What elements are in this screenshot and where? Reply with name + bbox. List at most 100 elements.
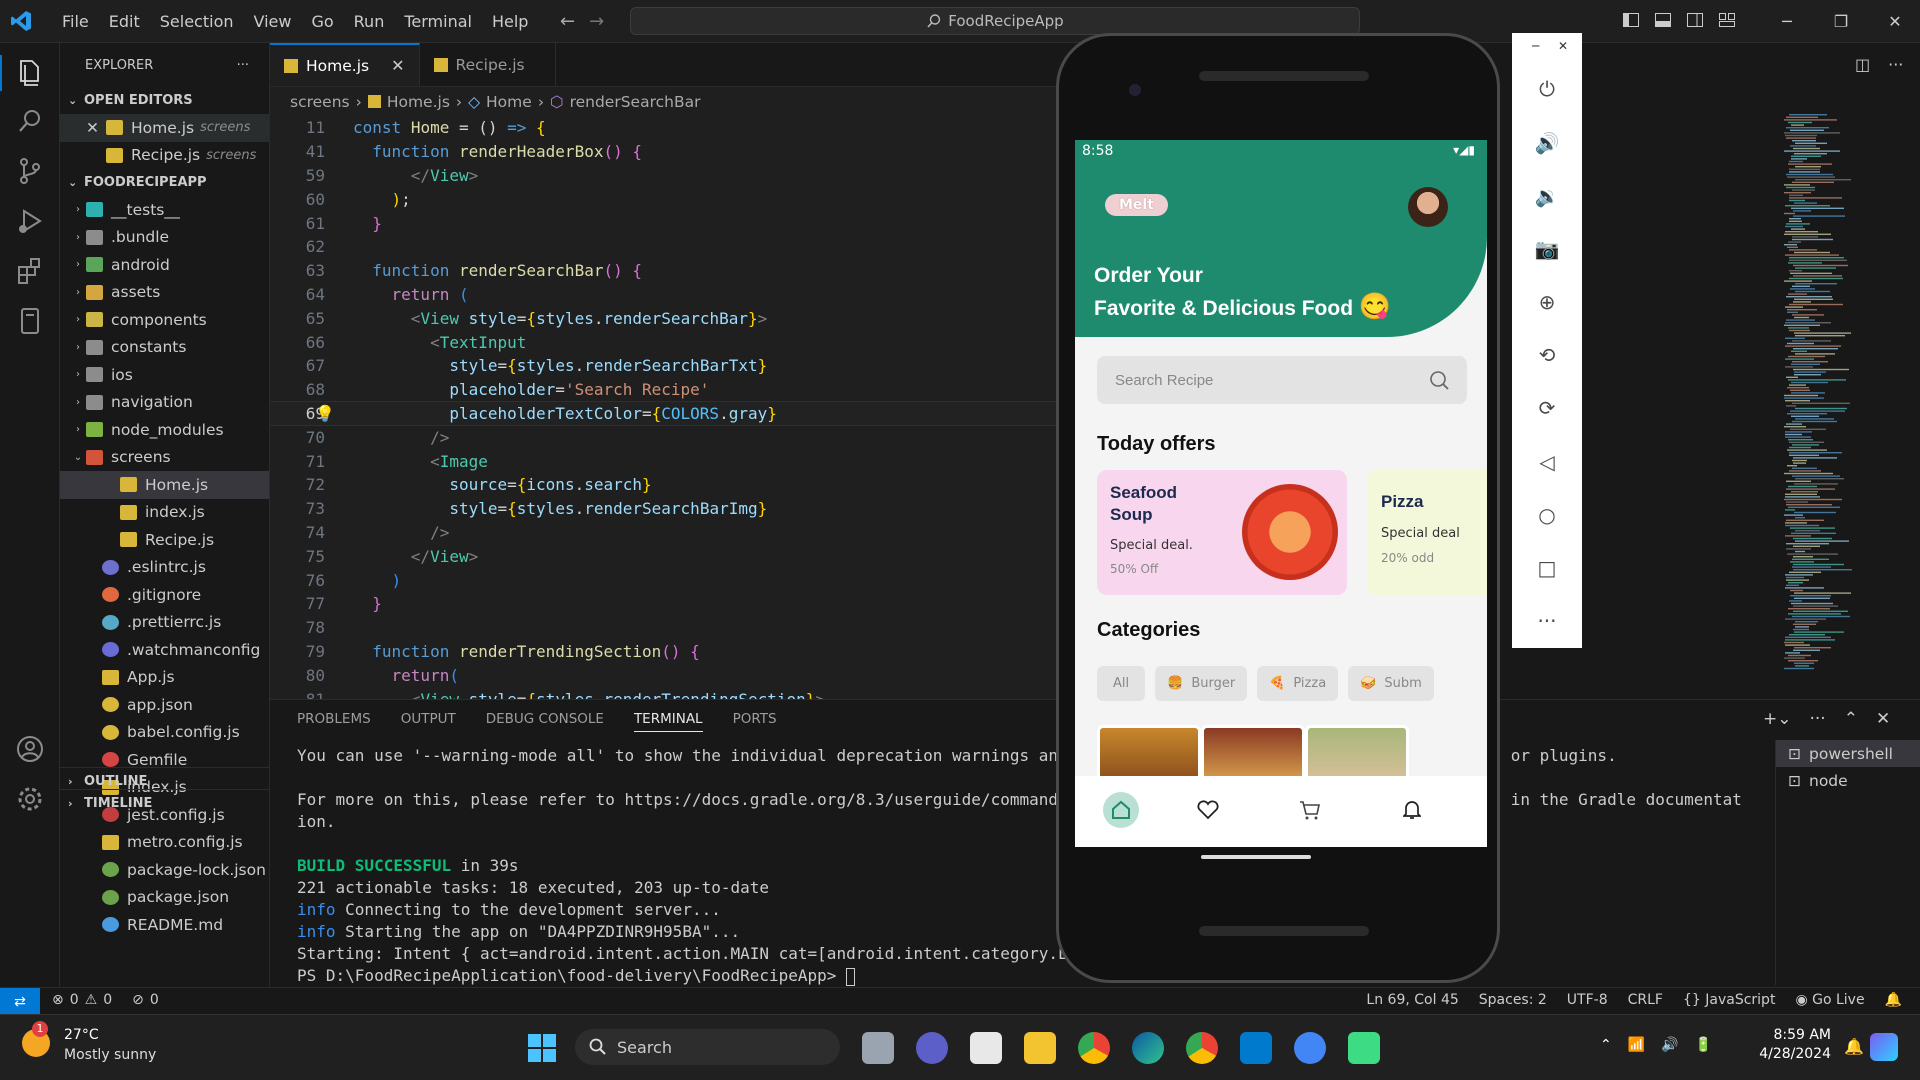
tab-home-js[interactable]: Home.js ✕: [270, 43, 420, 86]
back-arrow-icon[interactable]: ←: [560, 11, 575, 32]
breadcrumb-item[interactable]: Home: [486, 93, 532, 111]
command-center-search[interactable]: FoodRecipeApp: [630, 7, 1360, 35]
folder-navigation[interactable]: › navigation: [60, 389, 269, 417]
volume-down-icon[interactable]: 🔉: [1512, 176, 1582, 216]
warning-count[interactable]: 0: [103, 992, 112, 1008]
open-editor-recipe[interactable]: Recipe.js screens: [60, 142, 269, 170]
chrome-profile-icon[interactable]: [1186, 1032, 1218, 1064]
clock-date[interactable]: 4/28/2024: [1745, 1046, 1831, 1062]
edge-icon[interactable]: [1132, 1032, 1164, 1064]
language-mode[interactable]: {} JavaScript: [1683, 992, 1775, 1008]
copilot-icon[interactable]: [1870, 1033, 1898, 1061]
windows-start-icon[interactable]: [528, 1034, 556, 1062]
menu-selection[interactable]: Selection: [150, 12, 244, 31]
menu-view[interactable]: View: [244, 12, 302, 31]
rotate-left-icon[interactable]: ⟲: [1512, 335, 1582, 375]
timeline-section[interactable]: › TIMELINE: [60, 789, 270, 816]
android-device-icon[interactable]: [14, 305, 46, 337]
breadcrumb-item[interactable]: renderSearchBar: [570, 93, 701, 111]
terminal-node[interactable]: ⊡ node: [1776, 767, 1920, 794]
close-panel-icon[interactable]: ✕: [1876, 709, 1890, 729]
line-ending[interactable]: CRLF: [1628, 992, 1663, 1008]
menu-terminal[interactable]: Terminal: [394, 12, 482, 31]
wifi-icon[interactable]: 📶: [1628, 1037, 1645, 1053]
source-control-icon[interactable]: [14, 155, 46, 187]
rotate-right-icon[interactable]: ⟳: [1512, 388, 1582, 428]
tab-ports[interactable]: PORTS: [733, 711, 777, 727]
folder-components[interactable]: › components: [60, 306, 269, 334]
folder-screens[interactable]: ⌄ screens: [60, 444, 269, 472]
terminal-powershell[interactable]: ⊡ powershell: [1776, 740, 1920, 767]
more-actions-icon[interactable]: ···: [1888, 55, 1903, 74]
search-icon[interactable]: [14, 105, 46, 137]
file-package-lock-json[interactable]: package-lock.json: [60, 856, 269, 884]
weather-desc[interactable]: Mostly sunny: [64, 1047, 156, 1063]
file--eslintrc-js[interactable]: .eslintrc.js: [60, 554, 269, 582]
avatar[interactable]: [1408, 187, 1448, 227]
chevron-up-icon[interactable]: ⌃: [1600, 1037, 1612, 1053]
cart-icon[interactable]: [1299, 800, 1321, 820]
offer-card-pizza[interactable]: Pizza Special deal 20% odd: [1367, 470, 1487, 595]
more-actions-icon[interactable]: ···: [237, 58, 249, 73]
breadcrumb-item[interactable]: Home.js: [387, 93, 450, 111]
minimap[interactable]: [1780, 110, 1890, 710]
folder-ios[interactable]: › ios: [60, 361, 269, 389]
notifications-icon[interactable]: 🔔: [1885, 992, 1902, 1008]
home-circle-icon[interactable]: ○: [1512, 495, 1582, 535]
power-icon[interactable]: ⏻: [1512, 69, 1582, 109]
cursor-position[interactable]: Ln 69, Col 45: [1366, 992, 1458, 1008]
customize-layout-icon[interactable]: [1718, 11, 1736, 29]
file-home-js[interactable]: Home.js: [60, 471, 269, 499]
taskbar-search[interactable]: Search: [575, 1029, 840, 1065]
file-readme-md[interactable]: README.md: [60, 911, 269, 939]
open-editors-section[interactable]: ⌄ OPEN EDITORS: [60, 87, 269, 114]
close-window-button[interactable]: ✕: [1868, 0, 1920, 43]
folder-constants[interactable]: › constants: [60, 334, 269, 362]
clock-time[interactable]: 8:59 AM: [1745, 1027, 1831, 1043]
tab-debug-console[interactable]: DEBUG CONSOLE: [486, 711, 604, 727]
home-icon[interactable]: [1103, 792, 1139, 828]
category-chip-all[interactable]: All: [1097, 666, 1146, 701]
file-index-js[interactable]: index.js: [60, 499, 269, 527]
indentation[interactable]: Spaces: 2: [1479, 992, 1547, 1008]
heart-icon[interactable]: [1197, 800, 1219, 820]
file--watchmanconfig[interactable]: .watchmanconfig: [60, 636, 269, 664]
folder-bundle[interactable]: › .bundle: [60, 224, 269, 252]
gesture-bar[interactable]: [1201, 855, 1311, 859]
error-count[interactable]: 0: [70, 992, 79, 1008]
go-live-button[interactable]: ◉ Go Live: [1795, 992, 1864, 1008]
file-explorer-icon[interactable]: [1024, 1032, 1056, 1064]
search-input[interactable]: Search Recipe: [1097, 356, 1467, 404]
project-section[interactable]: ⌄ FOODRECIPEAPP: [60, 169, 269, 196]
accounts-icon[interactable]: [14, 733, 46, 765]
search-icon[interactable]: [1429, 370, 1449, 390]
terminal-output[interactable]: You can use '--warning-mode all' to show…: [297, 745, 1767, 987]
folder-assets[interactable]: › assets: [60, 279, 269, 307]
close-emulator-button[interactable]: ✕: [1558, 39, 1568, 53]
folder-nodemodules[interactable]: › node_modules: [60, 416, 269, 444]
run-debug-icon[interactable]: [14, 205, 46, 237]
encoding[interactable]: UTF-8: [1567, 992, 1608, 1008]
bell-icon[interactable]: [1403, 799, 1421, 819]
open-editor-home[interactable]: ✕ Home.js screens: [60, 114, 269, 142]
breadcrumb-item[interactable]: screens: [290, 93, 350, 111]
tab-terminal[interactable]: TERMINAL: [633, 711, 703, 732]
category-chip-burger[interactable]: 🍔 Burger: [1155, 666, 1248, 701]
menu-run[interactable]: Run: [344, 12, 395, 31]
file--gitignore[interactable]: .gitignore: [60, 581, 269, 609]
new-terminal-icon[interactable]: +⌄: [1763, 709, 1792, 729]
toggle-secondary-sidebar-icon[interactable]: [1686, 11, 1704, 29]
maximize-panel-icon[interactable]: ⌃: [1844, 709, 1858, 729]
tab-recipe-js[interactable]: Recipe.js: [420, 43, 556, 86]
file-package-json[interactable]: package.json: [60, 884, 269, 912]
ports-count[interactable]: 0: [150, 992, 159, 1008]
extensions-icon[interactable]: [14, 255, 46, 287]
category-chip-pizza[interactable]: 🍕 Pizza: [1257, 666, 1339, 701]
store-icon[interactable]: [970, 1032, 1002, 1064]
vscode-icon[interactable]: [1240, 1032, 1272, 1064]
menu-help[interactable]: Help: [482, 12, 538, 31]
weather-temp[interactable]: 27°C: [64, 1027, 99, 1043]
offer-card-seafood[interactable]: Seafood Soup Special deal. 50% Off: [1097, 470, 1347, 595]
menu-edit[interactable]: Edit: [99, 12, 150, 31]
notification-bell-icon[interactable]: 🔔: [1844, 1037, 1864, 1056]
